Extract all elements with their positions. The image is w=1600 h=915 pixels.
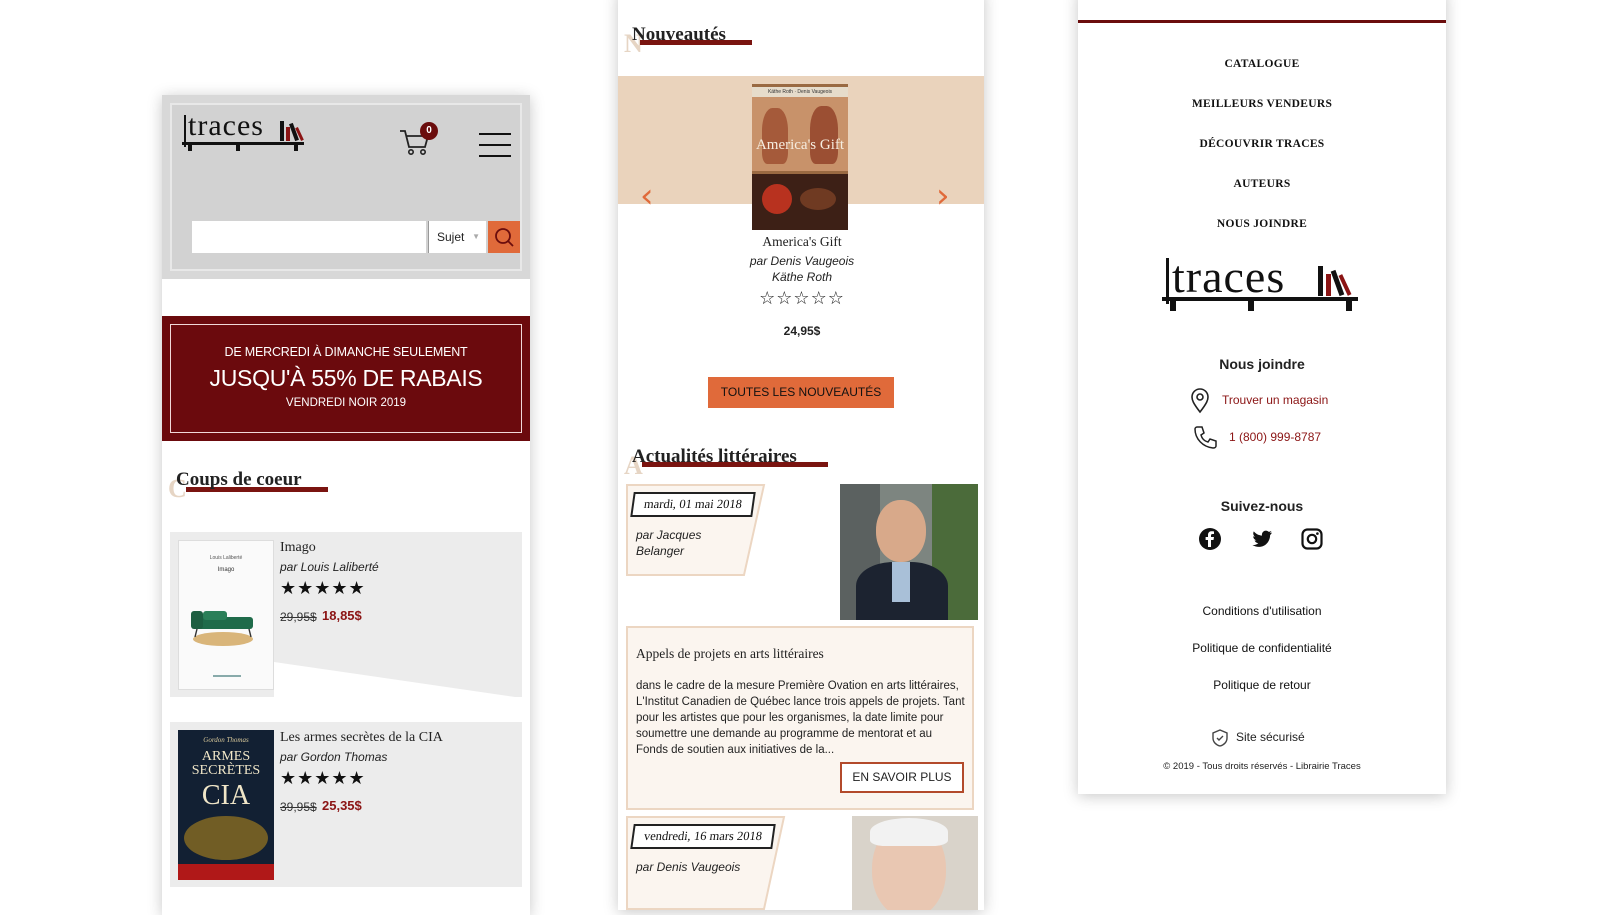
terms-link[interactable]: Conditions d'utilisation: [1078, 604, 1446, 618]
old-price: 39,95$: [280, 800, 317, 814]
rating-stars: ★★★★★: [280, 768, 366, 788]
sale-price: 25,35$: [322, 798, 362, 813]
mobile-menu-screen: CATALOGUE MEILLEURS VENDEURS DÉCOUVRIR T…: [1078, 0, 1446, 794]
carousel-next-arrow-icon[interactable]: ›: [936, 176, 950, 216]
copyright: © 2019 - Tous droits réservés - Librairi…: [1163, 761, 1361, 772]
subject-select[interactable]: Sujet ▼: [428, 221, 486, 253]
black-friday-banner[interactable]: DE MERCREDI À DIMANCHE SEULEMENT JUSQU'À…: [162, 316, 530, 441]
book-title[interactable]: Les armes secrètes de la CIA: [280, 730, 443, 746]
contact-heading: Nous joindre: [1219, 356, 1305, 372]
search-input[interactable]: [192, 221, 426, 253]
book-title[interactable]: Imago: [280, 540, 316, 556]
book-author[interactable]: par Denis Vaugeois: [618, 254, 984, 268]
section-title-nouveautes: N Nouveautés: [624, 24, 752, 58]
secure-site-label: Site sécurisé: [1236, 730, 1305, 744]
article-excerpt: dans le cadre de la mesure Première Ovat…: [636, 680, 965, 756]
mobile-news-screen: N Nouveautés ‹ › Käthe Roth · Denis Vaug…: [618, 0, 984, 910]
menu-item-catalogue[interactable]: CATALOGUE: [1078, 58, 1446, 70]
phone-icon: [1194, 426, 1217, 449]
section-title-coups-de-coeur: C Coups de coeur: [168, 469, 328, 503]
privacy-link[interactable]: Politique de confidentialité: [1078, 641, 1446, 655]
find-store-link[interactable]: Trouver un magasin: [1222, 393, 1328, 407]
author-photo[interactable]: [852, 816, 978, 910]
read-more-button[interactable]: EN SAVOIR PLUS: [840, 762, 964, 793]
all-new-releases-button[interactable]: TOUTES LES NOUVEAUTÉS: [708, 377, 894, 408]
carousel-prev-arrow-icon[interactable]: ‹: [640, 176, 654, 216]
book-card[interactable]: Louis Laliberté Imago Imago par Louis La…: [170, 532, 522, 698]
instagram-icon[interactable]: [1300, 527, 1324, 551]
news-author: par Jacques: [636, 528, 702, 542]
old-price: 29,95$: [280, 610, 317, 624]
search-bar: Sujet ▼: [192, 221, 520, 253]
book-card[interactable]: Gordon Thomas ARMES SECRÈTES CIA Les arm…: [170, 722, 522, 887]
menu-item-meilleurs-vendeurs[interactable]: MEILLEURS VENDEURS: [1078, 98, 1446, 110]
search-icon: [495, 228, 514, 247]
site-logo[interactable]: traces: [182, 111, 308, 153]
author-photo[interactable]: [840, 484, 978, 620]
rating-stars: ★★★★★: [280, 578, 366, 598]
news-author: Belanger: [636, 544, 685, 558]
location-pin-icon: [1191, 388, 1209, 414]
book-author[interactable]: par Gordon Thomas: [280, 750, 387, 764]
phone-link[interactable]: 1 (800) 999-8787: [1229, 430, 1321, 444]
news-card[interactable]: mardi, 01 mai 2018 par Jacques Belanger: [626, 484, 978, 620]
book-title[interactable]: America's Gift: [618, 234, 984, 250]
article-card[interactable]: Appels de projets en arts littéraires da…: [626, 626, 974, 810]
book-cover[interactable]: Gordon Thomas ARMES SECRÈTES CIA: [178, 730, 274, 880]
facebook-icon[interactable]: [1198, 527, 1222, 551]
news-card[interactable]: vendredi, 16 mars 2018 par Denis Vaugeoi…: [626, 816, 978, 910]
site-header: traces 0 Sujet ▼: [162, 95, 530, 279]
book-cover[interactable]: Louis Laliberté Imago: [178, 540, 274, 690]
rating-stars: ☆☆☆☆☆: [759, 288, 845, 308]
news-date: mardi, 01 mai 2018: [630, 492, 756, 517]
mobile-home-screen: traces 0 Sujet ▼ DE MERCREDI À DIMANCHE …: [162, 95, 530, 915]
cart-count-badge: 0: [420, 122, 438, 140]
shield-icon: [1212, 729, 1228, 747]
menu-item-decouvrir-traces[interactable]: DÉCOUVRIR TRACES: [1078, 138, 1446, 150]
article-title[interactable]: Appels de projets en arts littéraires: [636, 646, 824, 662]
menu-item-nous-joindre[interactable]: NOUS JOINDRE: [1078, 218, 1446, 230]
follow-heading: Suivez-nous: [1220, 498, 1304, 514]
news-author: par Denis Vaugeois: [636, 860, 741, 874]
book-cover[interactable]: Käthe Roth · Denis Vaugeois America's Gi…: [752, 84, 848, 230]
hamburger-menu-icon[interactable]: [479, 133, 511, 159]
return-policy-link[interactable]: Politique de retour: [1078, 678, 1446, 692]
search-button[interactable]: [488, 221, 520, 253]
twitter-icon[interactable]: [1250, 527, 1274, 551]
section-title-actualites: A Actualités littéraires: [624, 446, 828, 480]
book-author[interactable]: par Louis Laliberté: [280, 560, 379, 574]
sofa-illustration: [191, 611, 253, 677]
chevron-down-icon: ▼: [472, 232, 480, 241]
book-author[interactable]: Käthe Roth: [618, 270, 984, 284]
book-price: 24,95$: [783, 324, 821, 338]
site-logo[interactable]: traces: [1162, 254, 1362, 316]
sale-price: 18,85$: [322, 608, 362, 623]
news-date: vendredi, 16 mars 2018: [630, 824, 776, 849]
menu-item-auteurs[interactable]: AUTEURS: [1078, 178, 1446, 190]
